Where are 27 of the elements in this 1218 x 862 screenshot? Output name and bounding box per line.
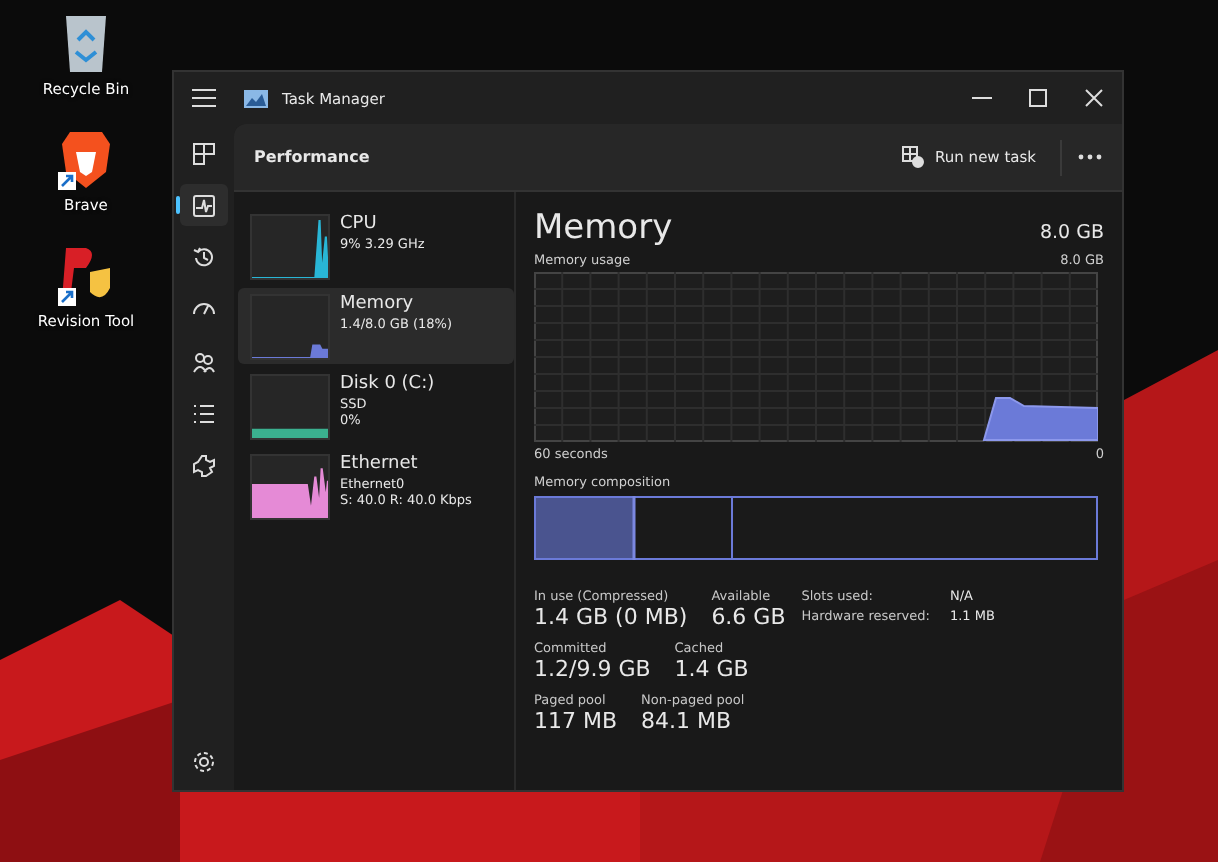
stat-value: 1.4 GB (0 MB): [534, 604, 688, 630]
device-name: Disk 0 (C:): [340, 374, 435, 396]
menu-icon[interactable]: [192, 88, 216, 108]
activity-icon: [192, 193, 216, 217]
device-name: CPU: [340, 214, 379, 236]
page-title: Performance: [254, 148, 370, 166]
grid-icon: [192, 141, 216, 165]
maximize-icon[interactable]: [1028, 88, 1048, 108]
nav-tab[interactable]: [180, 184, 228, 226]
stat-value: 1.2/9.9 GB: [534, 656, 651, 682]
puzzle-icon: [192, 453, 216, 477]
history-icon: [192, 245, 216, 269]
stat-value: 1.4 GB: [674, 656, 749, 682]
device-name: Ethernet: [340, 454, 420, 476]
settings-icon[interactable]: [192, 750, 216, 774]
stat-value: 84.1 MB: [641, 708, 734, 734]
stat-value: 117 MB: [534, 708, 618, 734]
close-icon[interactable]: [1084, 88, 1104, 108]
detail-title: Memory: [534, 208, 673, 248]
stat-value: 6.6 GB: [711, 604, 786, 630]
more-icon[interactable]: [1078, 154, 1102, 160]
list-icon: [192, 401, 216, 425]
device-name: Memory: [340, 294, 416, 316]
users-icon: [192, 349, 216, 373]
total-memory: 8.0 GB: [1039, 222, 1104, 244]
app-icon: [244, 89, 268, 107]
new-task-icon: [901, 146, 924, 168]
